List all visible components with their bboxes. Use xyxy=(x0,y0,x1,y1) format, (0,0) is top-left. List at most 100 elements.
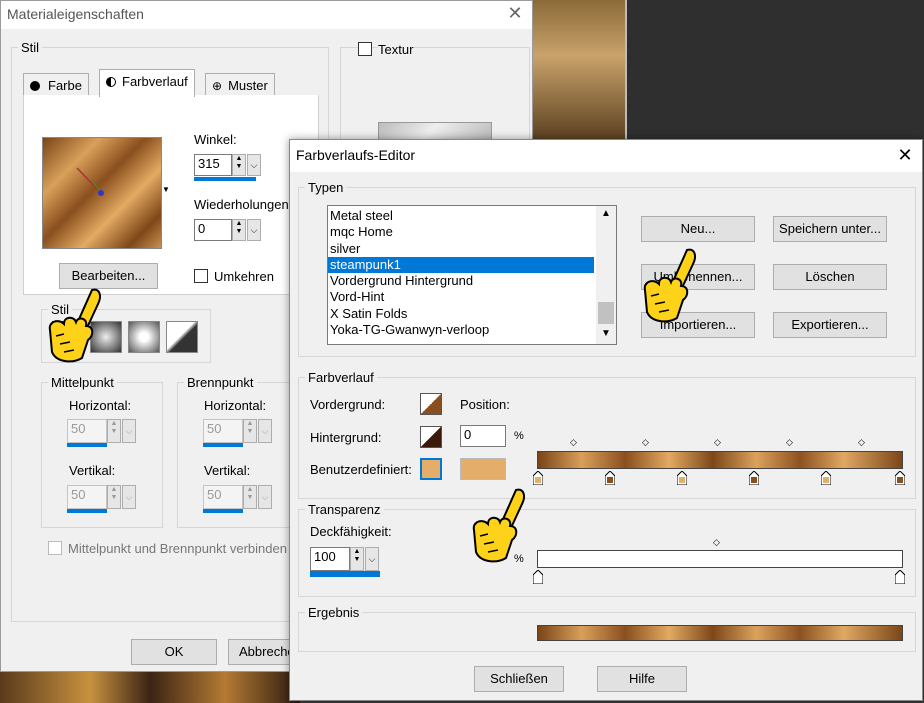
background-panel xyxy=(625,0,924,140)
gradient-list-item[interactable]: Metal steel xyxy=(328,208,594,224)
gradient-midpoint-marker[interactable]: ◇ xyxy=(642,437,649,447)
wiederholungen-spinner[interactable]: ▲ ▼ xyxy=(232,219,246,241)
mp-vertikal-spinner[interactable]: ▲ ▼ xyxy=(107,485,121,509)
tab-farbe[interactable]: Farbe xyxy=(23,73,89,95)
gradient-bar[interactable] xyxy=(537,451,903,469)
stil-group-label: Stil xyxy=(18,40,43,55)
bp-horizontal-dropdown[interactable]: ⌵ xyxy=(258,419,272,443)
hintergrund-swatch[interactable] xyxy=(420,426,442,448)
editor-window-title: Farbverlaufs-Editor xyxy=(296,147,416,163)
benutzerdefiniert-swatch[interactable] xyxy=(420,458,442,480)
opacity-bar[interactable] xyxy=(537,550,903,568)
editor-close-icon[interactable]: ✕ xyxy=(894,145,916,167)
gradient-list-item[interactable]: Vord-Hint xyxy=(328,289,594,305)
winkel-label: Winkel: xyxy=(194,132,237,147)
winkel-input[interactable]: 315 xyxy=(194,154,232,176)
exportieren-button[interactable]: Exportieren... xyxy=(773,312,887,338)
mp-horizontal-dropdown[interactable]: ⌵ xyxy=(122,419,136,443)
scroll-down-icon[interactable]: ▼ xyxy=(601,328,611,339)
pointing-hand-icon-2 xyxy=(643,248,696,323)
mp-horizontal-spinner[interactable]: ▲ ▼ xyxy=(107,419,121,443)
gradient-list[interactable]: Metal steel mqc Home silver steampunk1 Vorde… xyxy=(327,205,617,345)
ok-button[interactable]: OK xyxy=(131,639,217,665)
tab-muster[interactable]: ⊕ Muster xyxy=(205,73,275,95)
bp-horizontal-input[interactable]: 50 xyxy=(203,419,243,443)
bp-horizontal-bar[interactable] xyxy=(203,443,243,447)
gradient-midpoint-marker[interactable]: ◇ xyxy=(786,437,793,447)
mp-vertikal-input[interactable]: 50 xyxy=(67,485,107,509)
wiederholungen-input[interactable]: 0 xyxy=(194,219,232,241)
gradient-color-stop[interactable] xyxy=(749,471,759,485)
deckfaehigkeit-bar[interactable] xyxy=(310,571,380,577)
brennpunkt-label: Brennpunkt xyxy=(184,375,257,390)
gradient-color-stop[interactable] xyxy=(533,471,543,485)
mp-horizontal-bar[interactable] xyxy=(67,443,107,447)
gradient-preview[interactable] xyxy=(42,137,162,249)
gradient-list-item[interactable]: X Satin Folds xyxy=(328,306,594,322)
ergebnis-label: Ergebnis xyxy=(305,605,363,620)
schliessen-button[interactable]: Schließen xyxy=(474,666,564,692)
gradient-midpoint-marker[interactable]: ◇ xyxy=(714,437,721,447)
style-sunburst-button[interactable] xyxy=(128,321,160,353)
position-label: Position: xyxy=(460,397,510,412)
pointing-hand-icon-3 xyxy=(472,488,525,563)
half-circle-icon xyxy=(106,77,116,87)
preview-dropdown-icon[interactable]: ▼ xyxy=(162,185,170,194)
gradient-list-item[interactable]: mqc Home xyxy=(328,224,594,240)
hilfe-button[interactable]: Hilfe xyxy=(597,666,687,692)
winkel-slider-bar[interactable] xyxy=(194,177,256,181)
tab-farbverlauf[interactable]: Farbverlauf xyxy=(99,69,195,97)
mp-horizontal-input[interactable]: 50 xyxy=(67,419,107,443)
bp-vertikal-spinner[interactable]: ▲ ▼ xyxy=(243,485,257,509)
bp-vertikal-bar[interactable] xyxy=(203,509,243,513)
bp-vertikal-dropdown[interactable]: ⌵ xyxy=(258,485,272,509)
umkehren-label: Umkehren xyxy=(214,269,274,284)
pattern-icon: ⊕ xyxy=(212,79,223,93)
gradient-color-stop[interactable] xyxy=(605,471,615,485)
close-icon[interactable]: ✕ xyxy=(504,3,526,25)
list-scrollbar[interactable]: ▲ ▼ xyxy=(596,206,616,344)
opacity-stop-left[interactable] xyxy=(533,570,543,584)
deckfaehigkeit-spinner[interactable]: ▲ ▼ xyxy=(350,547,364,571)
wiederholungen-dropdown[interactable]: ⌵ xyxy=(247,219,261,241)
angle-handle[interactable] xyxy=(43,138,163,250)
farbverlauf-label: Farbverlauf xyxy=(305,370,377,385)
wiederholungen-label: Wiederholungen: xyxy=(194,197,293,212)
mittelpunkt-label: Mittelpunkt xyxy=(48,375,117,390)
gradient-midpoint-marker[interactable]: ◇ xyxy=(570,437,577,447)
opacity-midpoint-marker[interactable]: ◇ xyxy=(713,537,720,547)
bp-horizontal-label: Horizontal: xyxy=(204,398,267,413)
deckfaehigkeit-input[interactable]: 100 xyxy=(310,547,350,571)
mp-horizontal-label: Horizontal: xyxy=(69,398,132,413)
winkel-spinner[interactable]: ▲ ▼ xyxy=(232,154,246,176)
style-radial-button[interactable] xyxy=(166,321,198,353)
scroll-up-icon[interactable]: ▲ xyxy=(601,208,611,219)
custom-color-swatch[interactable] xyxy=(460,458,506,480)
gradient-list-item[interactable]: Yoka-TG-Gwanwyn-verloop xyxy=(328,322,594,338)
position-input[interactable]: 0 xyxy=(460,425,506,447)
textur-checkbox[interactable] xyxy=(358,42,372,56)
umkehren-checkbox[interactable] xyxy=(194,269,208,283)
gradient-color-stop[interactable] xyxy=(677,471,687,485)
gradient-midpoint-marker[interactable]: ◇ xyxy=(858,437,865,447)
verbinden-checkbox[interactable] xyxy=(48,541,62,555)
gradient-list-item[interactable]: silver xyxy=(328,241,594,257)
gradient-list-item[interactable]: Vordergrund Hintergrund xyxy=(328,273,594,289)
circle-icon xyxy=(30,81,40,91)
bp-horizontal-spinner[interactable]: ▲ ▼ xyxy=(243,419,257,443)
gradient-color-stop[interactable] xyxy=(895,471,905,485)
winkel-dropdown[interactable]: ⌵ xyxy=(247,154,261,176)
mp-vertikal-bar[interactable] xyxy=(67,509,107,513)
loeschen-button[interactable]: Löschen xyxy=(773,264,887,290)
speichern-unter-button[interactable]: Speichern unter... xyxy=(773,216,887,242)
deckfaehigkeit-dropdown[interactable]: ⌵ xyxy=(365,547,379,571)
vordergrund-swatch[interactable] xyxy=(420,393,442,415)
gradient-color-stop[interactable] xyxy=(821,471,831,485)
material-window-title: Materialeigenschaften xyxy=(7,6,144,22)
mp-vertikal-dropdown[interactable]: ⌵ xyxy=(122,485,136,509)
scroll-thumb[interactable] xyxy=(598,302,614,324)
opacity-stop-right[interactable] xyxy=(895,570,905,584)
gradient-list-item[interactable]: steampunk1 xyxy=(328,256,594,274)
bp-vertikal-input[interactable]: 50 xyxy=(203,485,243,509)
neu-button[interactable]: Neu... xyxy=(641,216,755,242)
